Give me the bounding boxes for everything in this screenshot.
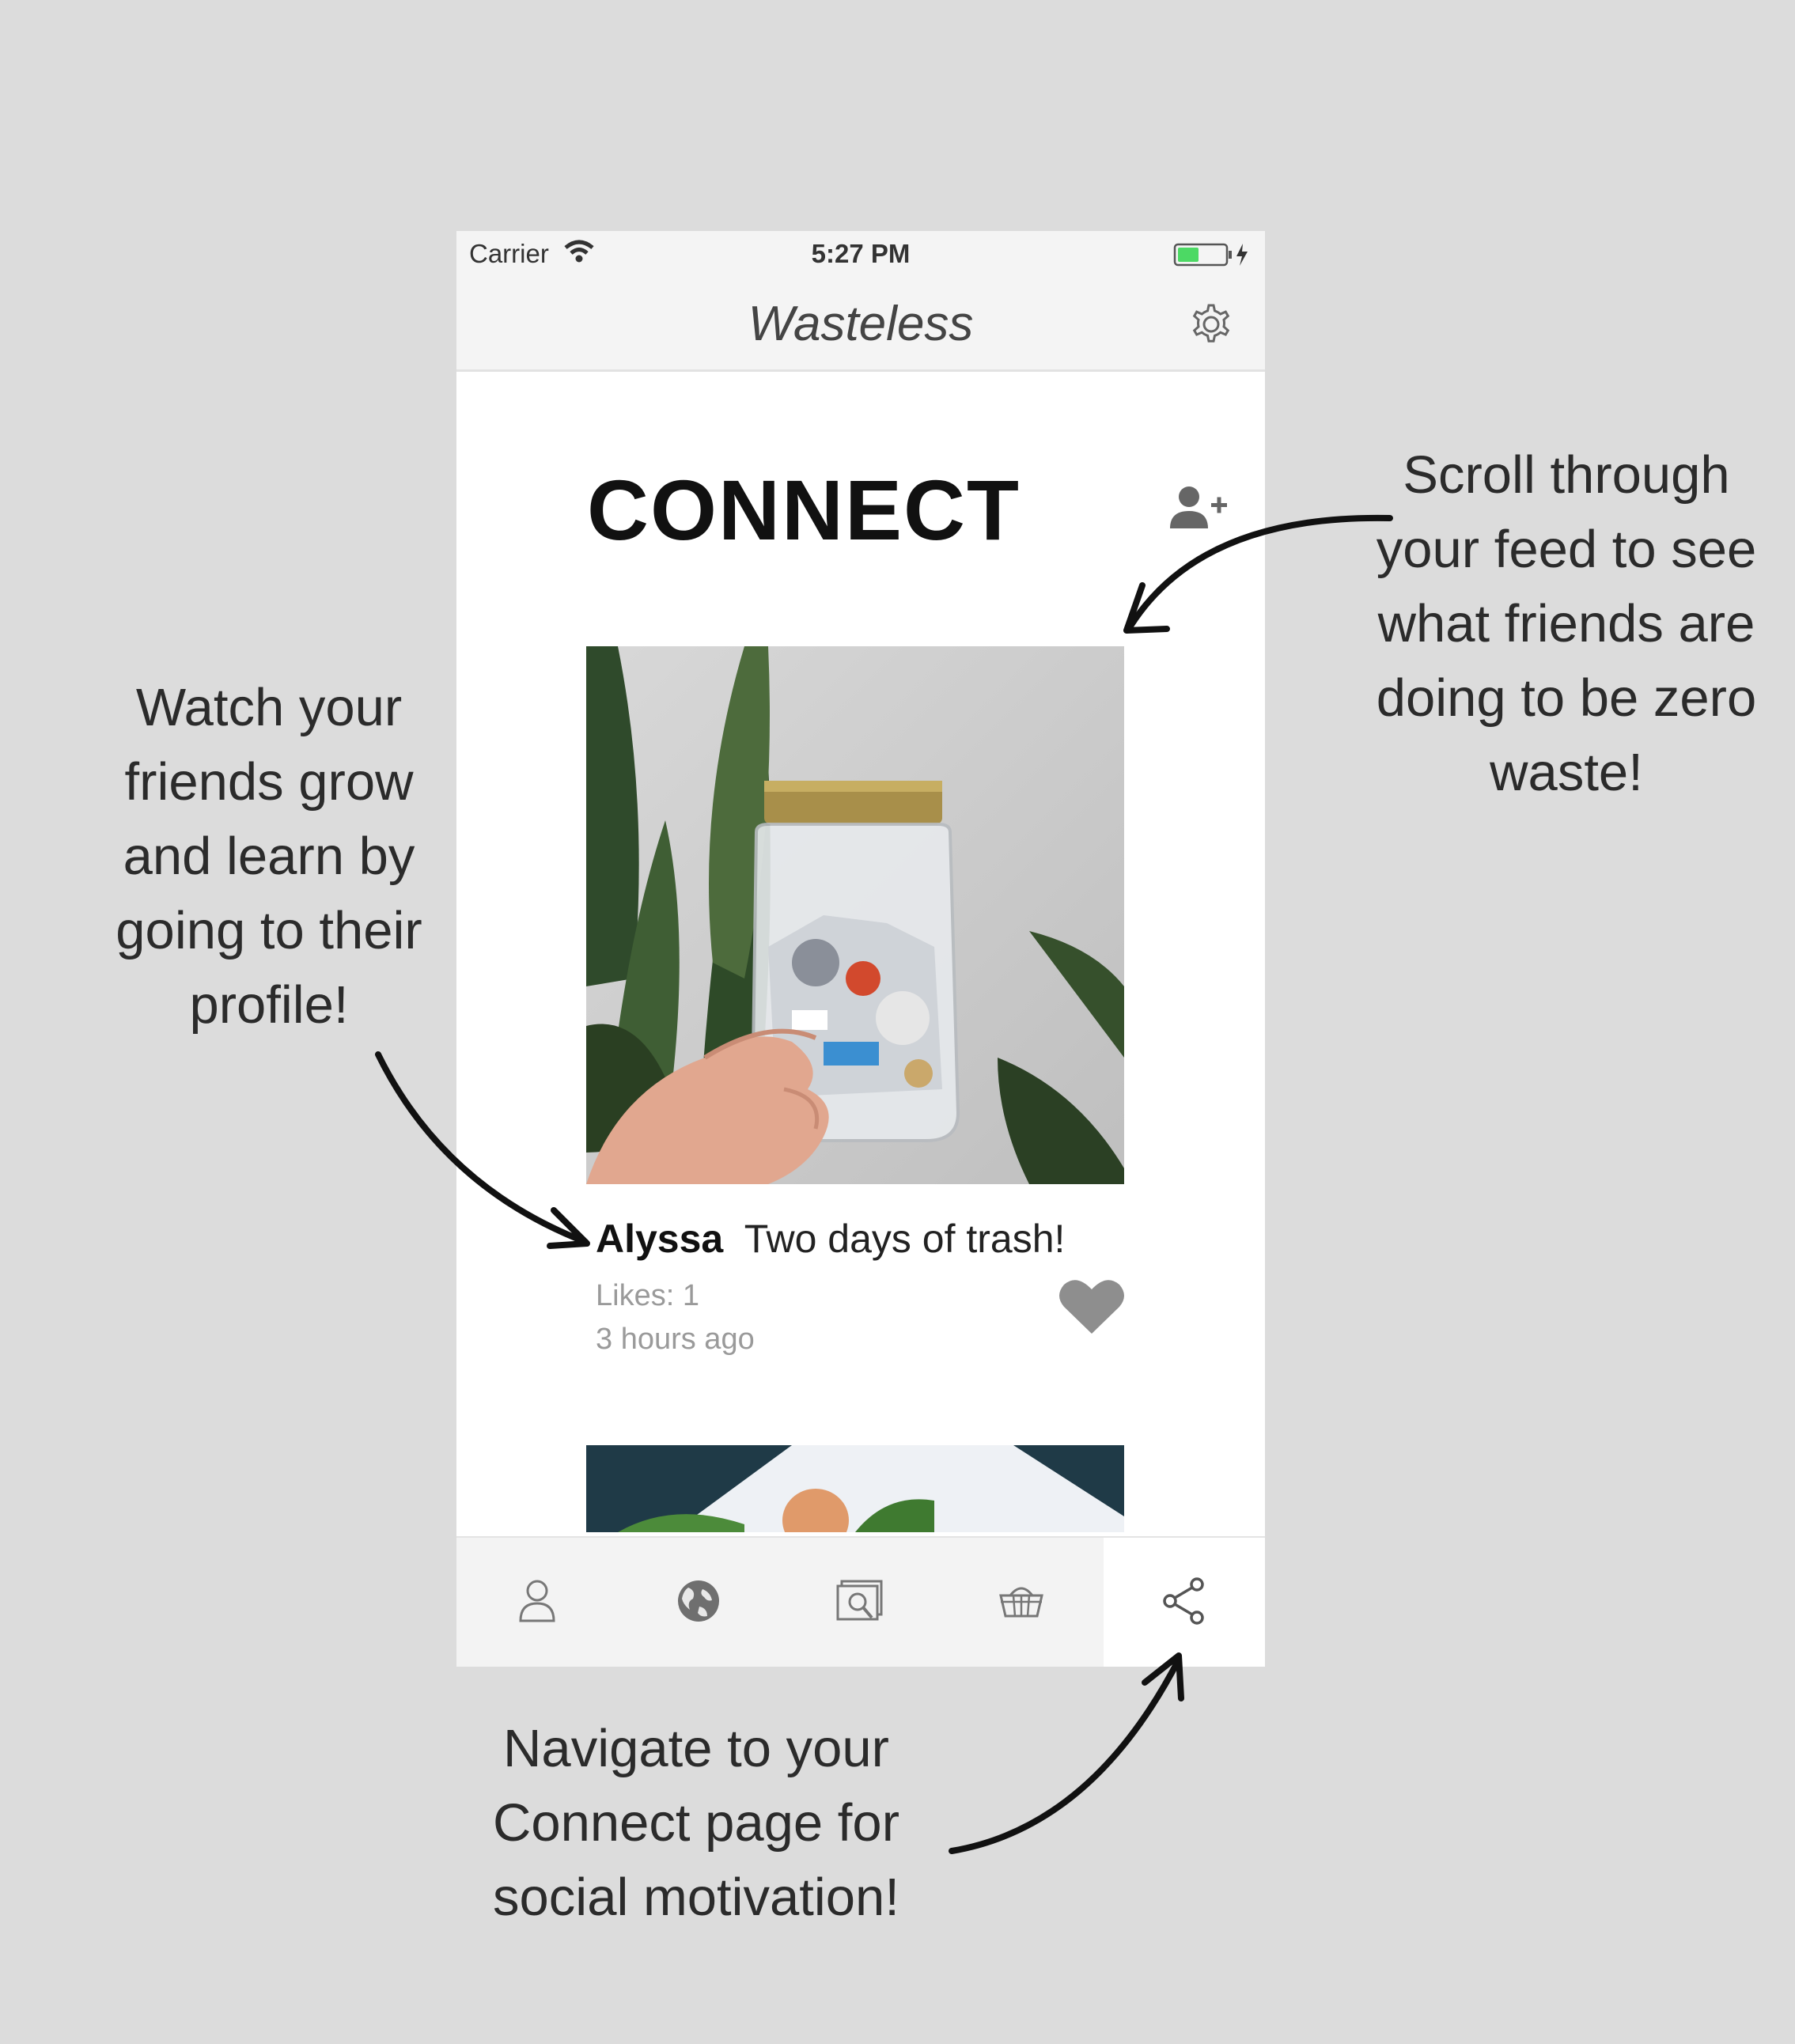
- globe-icon: [676, 1578, 721, 1628]
- annotation-feed: Scroll through your feed to see what fri…: [1345, 438, 1788, 810]
- nav-bar: Wasteless: [456, 278, 1265, 372]
- tab-shop[interactable]: [941, 1538, 1102, 1667]
- status-time: 5:27 PM: [811, 239, 911, 268]
- annotation-navigate: Navigate to your Connect page for social…: [459, 1712, 933, 1935]
- heart-icon[interactable]: [1058, 1277, 1126, 1341]
- jar-photo: [586, 646, 1124, 1184]
- app-title: Wasteless: [748, 297, 974, 351]
- tab-bar: [456, 1536, 1265, 1667]
- annotation-line: waste!: [1490, 743, 1643, 802]
- post-photo[interactable]: [586, 646, 1124, 1184]
- arrow-to-connect-tab: [949, 1656, 1182, 1854]
- add-person-icon[interactable]: [1168, 483, 1232, 537]
- annotation-line: what friends are: [1377, 594, 1755, 653]
- annotation-line: doing to be zero: [1376, 668, 1757, 728]
- flower-photo: [586, 1445, 1124, 1532]
- person-icon: [517, 1578, 557, 1628]
- post-caption: Two days of trash!: [744, 1217, 1066, 1261]
- phone-screen: Carrier 5:27 PM Wasteless CONNECT Alyssa…: [456, 231, 1265, 1667]
- photo-icon: [835, 1578, 884, 1628]
- annotation-profile: Watch your friends grow and learn by goi…: [79, 671, 459, 1043]
- annotation-line: your feed to see: [1376, 520, 1757, 579]
- annotation-line: Navigate to your: [503, 1719, 889, 1778]
- share-icon: [1161, 1577, 1208, 1630]
- annotation-line: going to their: [116, 901, 422, 960]
- tab-explore[interactable]: [779, 1538, 941, 1667]
- post-timestamp: 3 hours ago: [596, 1323, 755, 1356]
- page-title: CONNECT: [587, 462, 1021, 558]
- gear-icon[interactable]: [1187, 301, 1235, 352]
- tab-profile[interactable]: [456, 1538, 618, 1667]
- tab-world[interactable]: [618, 1538, 779, 1667]
- annotation-line: friends grow: [124, 752, 414, 812]
- annotation-line: and learn by: [123, 827, 415, 886]
- annotation-line: Connect page for: [492, 1793, 899, 1853]
- next-post-photo[interactable]: [586, 1445, 1124, 1532]
- annotation-line: Scroll through: [1403, 445, 1730, 505]
- post-header: Alyssa Two days of trash!: [596, 1216, 1149, 1262]
- annotation-line: social motivation!: [493, 1868, 899, 1927]
- battery-icon: [1173, 242, 1252, 274]
- post-username-link[interactable]: Alyssa: [596, 1217, 723, 1261]
- post-likes: Likes: 1: [596, 1279, 699, 1312]
- tab-connect[interactable]: [1104, 1538, 1265, 1667]
- annotation-line: Watch your: [135, 678, 403, 737]
- basket-icon: [998, 1581, 1045, 1625]
- status-bar: Carrier 5:27 PM: [456, 231, 1265, 278]
- annotation-line: profile!: [189, 975, 349, 1035]
